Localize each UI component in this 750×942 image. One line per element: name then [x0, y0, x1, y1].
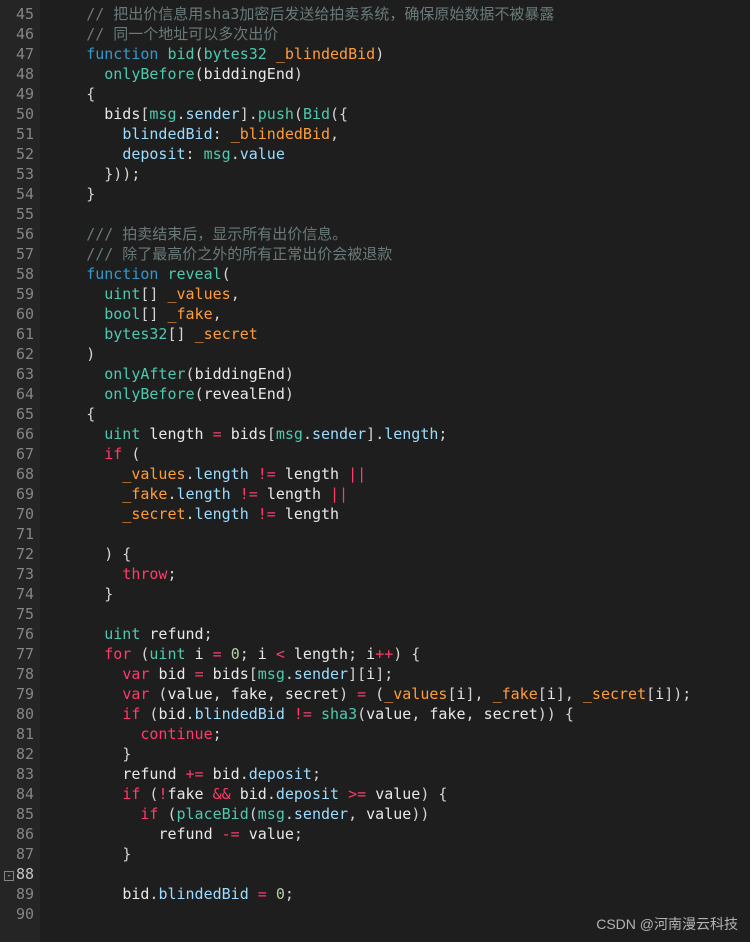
code-line[interactable]: _secret.length != length — [50, 504, 750, 524]
line-number: 76 — [4, 624, 34, 644]
line-number: 67 — [4, 444, 34, 464]
code-line[interactable]: { — [50, 404, 750, 424]
line-number: 68 — [4, 464, 34, 484]
code-line[interactable]: if (bid.blindedBid != sha3(value, fake, … — [50, 704, 750, 724]
code-line[interactable]: function reveal( — [50, 264, 750, 284]
code-line[interactable]: blindedBid: _blindedBid, — [50, 124, 750, 144]
line-number: 56 — [4, 224, 34, 244]
code-line[interactable]: continue; — [50, 724, 750, 744]
code-line[interactable]: ) — [50, 344, 750, 364]
code-line[interactable] — [50, 604, 750, 624]
line-number: 50 — [4, 104, 34, 124]
line-number: 64 — [4, 384, 34, 404]
code-line[interactable]: uint[] _values, — [50, 284, 750, 304]
line-number: 81 — [4, 724, 34, 744]
line-number: 52 — [4, 144, 34, 164]
line-number: 73 — [4, 564, 34, 584]
line-number: 86 — [4, 824, 34, 844]
code-line[interactable]: _fake.length != length || — [50, 484, 750, 504]
code-line[interactable]: refund -= value; — [50, 824, 750, 844]
line-number: -88 — [4, 864, 34, 884]
line-number: 83 — [4, 764, 34, 784]
line-number: 57 — [4, 244, 34, 264]
line-number: 85 — [4, 804, 34, 824]
line-number: 62 — [4, 344, 34, 364]
code-line[interactable] — [50, 524, 750, 544]
line-number: 53 — [4, 164, 34, 184]
code-line[interactable]: deposit: msg.value — [50, 144, 750, 164]
code-line[interactable]: // 同一个地址可以多次出价 — [50, 24, 750, 44]
line-number: 48 — [4, 64, 34, 84]
code-line[interactable]: { — [50, 84, 750, 104]
line-number: 61 — [4, 324, 34, 344]
code-line[interactable]: uint length = bids[msg.sender].length; — [50, 424, 750, 444]
line-number: 51 — [4, 124, 34, 144]
code-line[interactable]: function bid(bytes32 _blindedBid) — [50, 44, 750, 64]
line-number-gutter: 4546474849505152535455565758596061626364… — [0, 0, 40, 942]
code-line[interactable] — [50, 204, 750, 224]
line-number: 60 — [4, 304, 34, 324]
code-line[interactable]: if (!fake && bid.deposit >= value) { — [50, 784, 750, 804]
code-line[interactable]: bool[] _fake, — [50, 304, 750, 324]
line-number: 63 — [4, 364, 34, 384]
fold-icon[interactable]: - — [4, 871, 14, 881]
line-number: 75 — [4, 604, 34, 624]
code-line[interactable]: var bid = bids[msg.sender][i]; — [50, 664, 750, 684]
line-number: 46 — [4, 24, 34, 44]
code-line[interactable]: _values.length != length || — [50, 464, 750, 484]
code-line[interactable]: if ( — [50, 444, 750, 464]
code-line[interactable]: throw; — [50, 564, 750, 584]
line-number: 49 — [4, 84, 34, 104]
code-line[interactable]: onlyBefore(biddingEnd) — [50, 64, 750, 84]
code-line[interactable]: for (uint i = 0; i < length; i++) { — [50, 644, 750, 664]
code-line[interactable]: // 把出价信息用sha3加密后发送给拍卖系统，确保原始数据不被暴露 — [50, 4, 750, 24]
code-line[interactable]: onlyAfter(biddingEnd) — [50, 364, 750, 384]
line-number: 77 — [4, 644, 34, 664]
line-number: 74 — [4, 584, 34, 604]
line-number: 45 — [4, 4, 34, 24]
code-line[interactable]: onlyBefore(revealEnd) — [50, 384, 750, 404]
code-line[interactable]: bid.blindedBid = 0; — [50, 884, 750, 904]
code-line[interactable] — [50, 864, 750, 884]
line-number: 90 — [4, 904, 34, 924]
code-line[interactable]: })); — [50, 164, 750, 184]
line-number: 84 — [4, 784, 34, 804]
code-line[interactable]: ) { — [50, 544, 750, 564]
line-number: 71 — [4, 524, 34, 544]
code-line[interactable]: } — [50, 584, 750, 604]
code-line[interactable]: refund += bid.deposit; — [50, 764, 750, 784]
line-number: 89 — [4, 884, 34, 904]
line-number: 69 — [4, 484, 34, 504]
code-line[interactable]: if (placeBid(msg.sender, value)) — [50, 804, 750, 824]
code-editor[interactable]: 4546474849505152535455565758596061626364… — [0, 0, 750, 942]
code-line[interactable]: uint refund; — [50, 624, 750, 644]
line-number: 80 — [4, 704, 34, 724]
line-number: 58 — [4, 264, 34, 284]
line-number: 87 — [4, 844, 34, 864]
code-line[interactable]: } — [50, 844, 750, 864]
watermark-label: CSDN @河南漫云科技 — [596, 914, 738, 934]
line-number: 79 — [4, 684, 34, 704]
code-line[interactable]: bytes32[] _secret — [50, 324, 750, 344]
line-number: 66 — [4, 424, 34, 444]
code-line[interactable]: bids[msg.sender].push(Bid({ — [50, 104, 750, 124]
code-line[interactable]: } — [50, 184, 750, 204]
line-number: 59 — [4, 284, 34, 304]
line-number: 78 — [4, 664, 34, 684]
line-number: 47 — [4, 44, 34, 64]
code-line[interactable]: /// 除了最高价之外的所有正常出价会被退款 — [50, 244, 750, 264]
code-line[interactable]: } — [50, 744, 750, 764]
line-number: 72 — [4, 544, 34, 564]
line-number: 70 — [4, 504, 34, 524]
line-number: 82 — [4, 744, 34, 764]
line-number: 55 — [4, 204, 34, 224]
code-line[interactable]: /// 拍卖结束后，显示所有出价信息。 — [50, 224, 750, 244]
code-line[interactable]: var (value, fake, secret) = (_values[i],… — [50, 684, 750, 704]
code-area[interactable]: // 把出价信息用sha3加密后发送给拍卖系统，确保原始数据不被暴露 // 同一… — [40, 0, 750, 942]
line-number: 54 — [4, 184, 34, 204]
line-number: 65 — [4, 404, 34, 424]
